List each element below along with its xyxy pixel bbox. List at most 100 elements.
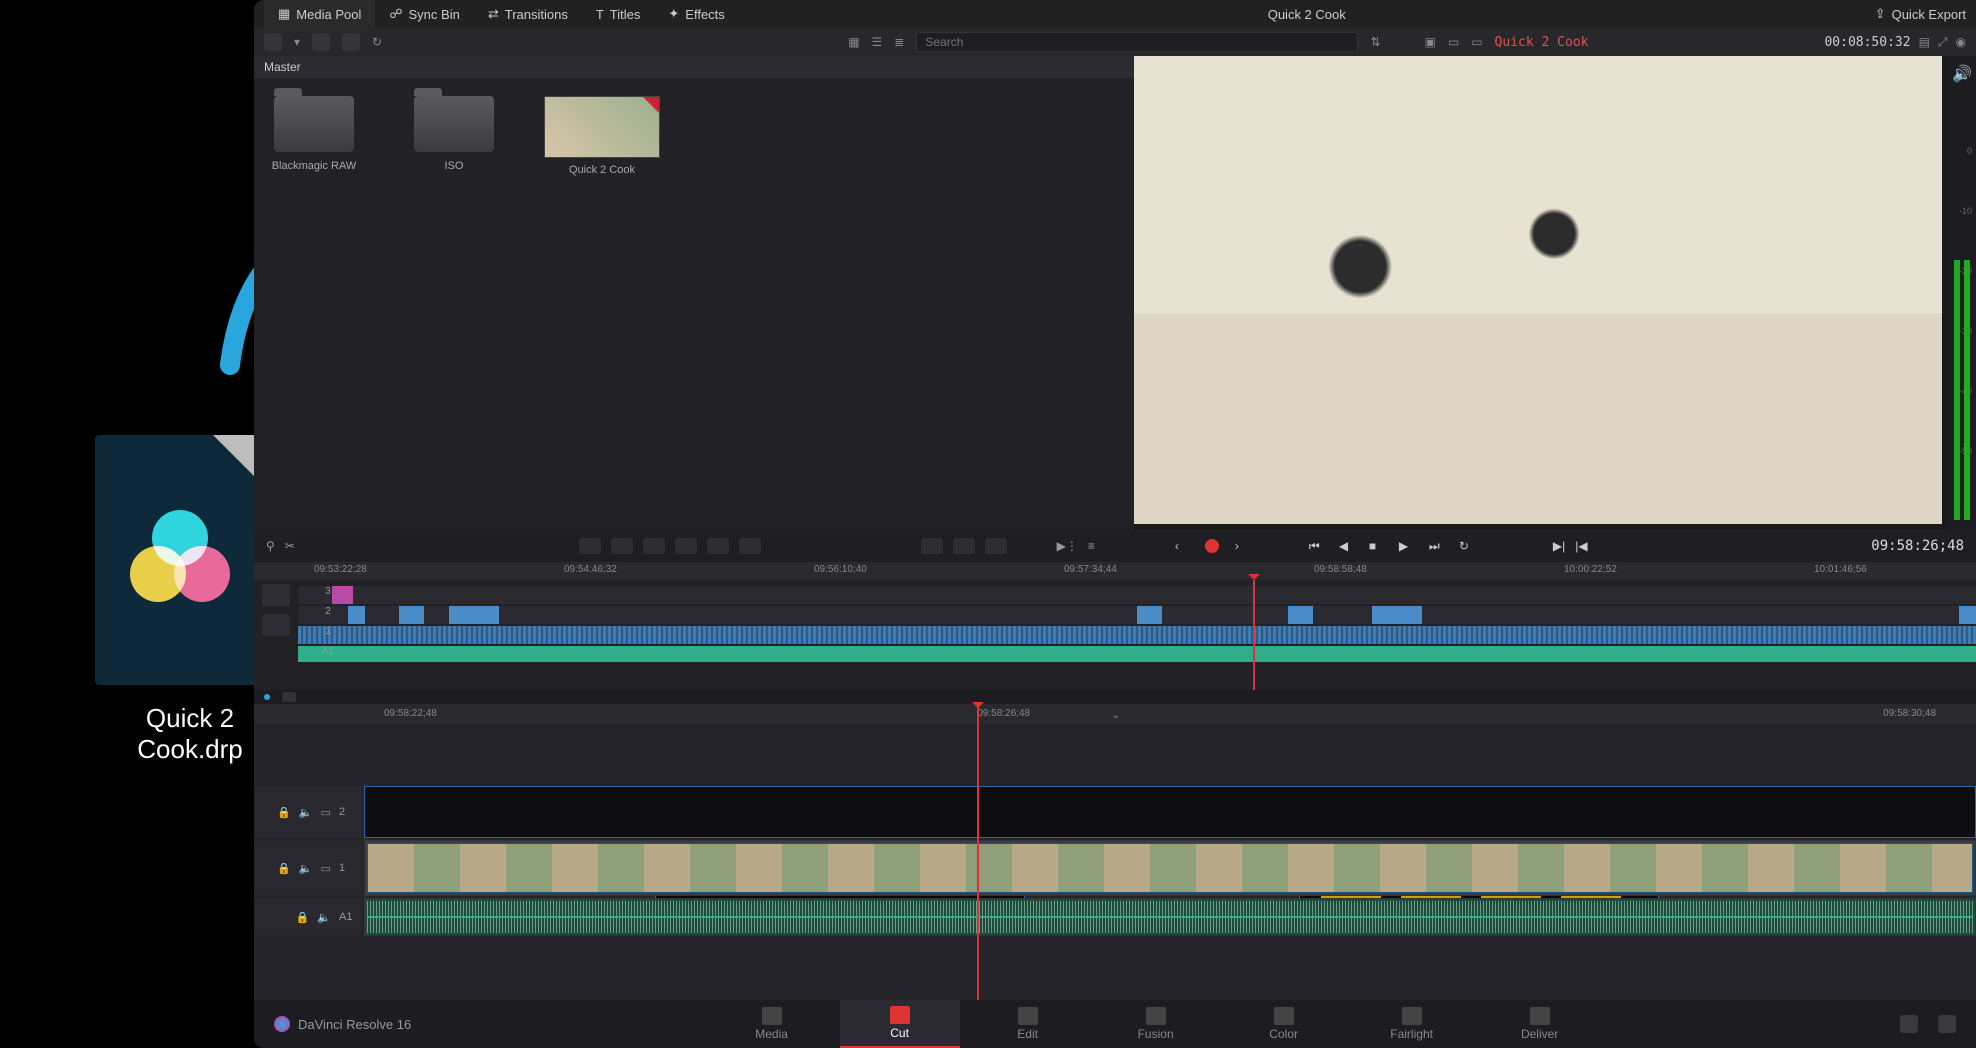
collapse-icon[interactable]: ⌄ — [1112, 710, 1120, 721]
sync-lock-icon[interactable] — [262, 614, 290, 636]
sort-icon[interactable]: ⇅ — [1370, 35, 1380, 49]
overview-track-3[interactable]: 3 — [298, 586, 1976, 604]
ruler-tick: 09:53:22;28 — [314, 564, 367, 575]
home-icon[interactable] — [1900, 1015, 1918, 1033]
overview-track-a1[interactable]: A1 — [298, 646, 1976, 662]
jog-controls: ‹ › — [1175, 539, 1249, 553]
app-brand[interactable]: DaVinci Resolve 16 — [274, 1016, 411, 1032]
speaker-icon[interactable]: 🔊 — [1952, 64, 1972, 84]
cinema-icon[interactable] — [985, 538, 1007, 554]
close-up-icon[interactable] — [675, 538, 697, 554]
quick-export-button[interactable]: ⇪ Quick Export — [1875, 6, 1966, 22]
overview-track-1[interactable]: 1 — [298, 626, 1976, 644]
disable-icon[interactable]: ▭ — [321, 862, 331, 875]
page-edit[interactable]: Edit — [968, 1000, 1088, 1048]
lock-tracks-icon[interactable] — [262, 584, 290, 606]
aspect-icon[interactable]: ▭ — [1471, 35, 1482, 49]
cut-icon[interactable]: ✂ — [285, 539, 295, 553]
chevron-down-icon[interactable]: ▾ — [294, 35, 300, 49]
loop-icon[interactable]: ↻ — [1459, 539, 1473, 553]
pool-folder[interactable]: Blackmagic RAW — [264, 96, 364, 172]
refresh-icon[interactable]: ↻ — [372, 35, 382, 49]
media-pool-icon: ▦ — [278, 6, 290, 22]
grid-view-icon[interactable]: ▦ — [848, 35, 859, 49]
strip-view-icon[interactable]: ☰ — [872, 35, 883, 49]
place-on-top-icon[interactable] — [707, 538, 729, 554]
smart-insert-icon[interactable] — [579, 538, 601, 554]
tab-transitions[interactable]: ⇄ Transitions — [474, 0, 582, 28]
import-button[interactable] — [312, 33, 330, 51]
viewer-mode-icon[interactable]: ▶⋮ — [1057, 539, 1078, 553]
tab-effects[interactable]: ✦ Effects — [654, 0, 738, 28]
overview-playhead[interactable] — [1253, 580, 1255, 690]
detail-playhead-line[interactable] — [977, 724, 979, 1000]
mute-icon[interactable]: 🔈 — [317, 911, 331, 924]
video-clip[interactable] — [367, 843, 1973, 893]
page-color[interactable]: Color — [1224, 1000, 1344, 1048]
page-deliver[interactable]: Deliver — [1480, 1000, 1600, 1048]
lock-icon[interactable]: 🔒 — [296, 911, 310, 924]
bypass-icon[interactable]: ◉ — [1956, 35, 1966, 49]
snap-icon[interactable] — [282, 692, 296, 702]
audio-clip[interactable] — [367, 901, 1973, 933]
media-page-icon — [762, 1007, 782, 1025]
go-prev-edit-icon[interactable]: |◀ — [1575, 539, 1587, 553]
detail-track-v2[interactable]: 🔒 🔈 ▭ 2 — [364, 786, 1976, 838]
play-reverse-icon[interactable]: ◀ — [1339, 539, 1353, 553]
detail-track-a1[interactable]: 🔒 🔈 A1 — [364, 898, 1976, 936]
ruler-tick: 09:58:58;48 — [1314, 564, 1367, 575]
mute-icon[interactable]: 🔈 — [299, 806, 313, 819]
zoom-indicator-icon[interactable] — [264, 694, 270, 700]
layout-button[interactable] — [264, 33, 282, 51]
prev-icon[interactable]: ‹ — [1175, 539, 1189, 553]
overview-ruler[interactable]: 09:53:22;28 09:54:46;32 09:56:10;40 09:5… — [254, 562, 1976, 580]
page-fairlight[interactable]: Fairlight — [1352, 1000, 1472, 1048]
page-fusion[interactable]: Fusion — [1096, 1000, 1216, 1048]
source-overwrite-icon[interactable] — [739, 538, 761, 554]
search-input[interactable] — [916, 32, 1358, 52]
rec-icon[interactable] — [1205, 539, 1219, 553]
pool-folder[interactable]: ISO — [404, 96, 504, 172]
detail-playhead[interactable] — [977, 704, 979, 724]
lock-icon[interactable]: 🔒 — [277, 862, 291, 875]
page-cut[interactable]: Cut — [840, 1000, 960, 1048]
next-icon[interactable]: › — [1235, 539, 1249, 553]
overview-timeline[interactable]: 3 2 1 A1 — [254, 580, 1976, 690]
detail-track-v1[interactable]: 🔒 🔈 ▭ 1 — [364, 840, 1976, 896]
monitor-icon[interactable]: ▭ — [1448, 35, 1459, 49]
transition-icon[interactable] — [953, 538, 975, 554]
boring-detector-icon[interactable]: ⚲ — [266, 539, 275, 553]
tab-media-pool[interactable]: ▦ Media Pool — [264, 0, 375, 28]
overview-track-2[interactable]: 2 — [298, 606, 1976, 624]
settings-icon[interactable] — [1938, 1015, 1956, 1033]
first-frame-icon[interactable]: ⏮ — [1309, 539, 1323, 553]
db-tick: -10 — [1959, 206, 1972, 216]
last-frame-icon[interactable]: ⏭ — [1429, 539, 1443, 553]
detail-ruler[interactable]: 09:58:22;48 09:58:26;48 09:58:30;48 ⌄ — [254, 704, 1976, 724]
list-view-icon[interactable]: ≣ — [894, 35, 904, 49]
expand-icon[interactable]: ⤢ — [1938, 35, 1948, 50]
mute-icon[interactable]: 🔈 — [299, 862, 313, 875]
detail-timeline[interactable]: 🔒 🔈 ▭ 2 🔒 🔈 ▭ 1 — [254, 724, 1976, 1000]
play-icon[interactable]: ▶ — [1399, 539, 1413, 553]
lock-icon[interactable]: 🔒 — [277, 806, 291, 819]
page-media[interactable]: Media — [712, 1000, 832, 1048]
tools-icon[interactable] — [921, 538, 943, 554]
titles-icon: T — [596, 7, 604, 22]
sliders-icon[interactable]: ≡ — [1088, 539, 1095, 553]
playhead-timecode[interactable]: 09:58:26;48 — [1871, 538, 1964, 554]
breadcrumb[interactable]: Master — [254, 56, 1134, 78]
tab-titles[interactable]: T Titles — [582, 0, 655, 28]
tab-sync-bin[interactable]: ☍ Sync Bin — [375, 0, 473, 28]
tab-label: Titles — [610, 7, 641, 22]
pool-clip[interactable]: Quick 2 Cook — [544, 96, 660, 176]
go-next-edit-icon[interactable]: ▶| — [1553, 539, 1565, 553]
stop-icon[interactable]: ■ — [1369, 539, 1383, 553]
disable-icon[interactable]: ▭ — [321, 806, 331, 819]
tc-menu-icon[interactable]: ▤ — [1919, 35, 1930, 49]
safe-area-icon[interactable]: ▣ — [1425, 35, 1436, 49]
viewer-video[interactable] — [1134, 56, 1942, 524]
append-icon[interactable] — [611, 538, 633, 554]
ripple-overwrite-icon[interactable] — [643, 538, 665, 554]
import-folder-button[interactable] — [342, 33, 360, 51]
